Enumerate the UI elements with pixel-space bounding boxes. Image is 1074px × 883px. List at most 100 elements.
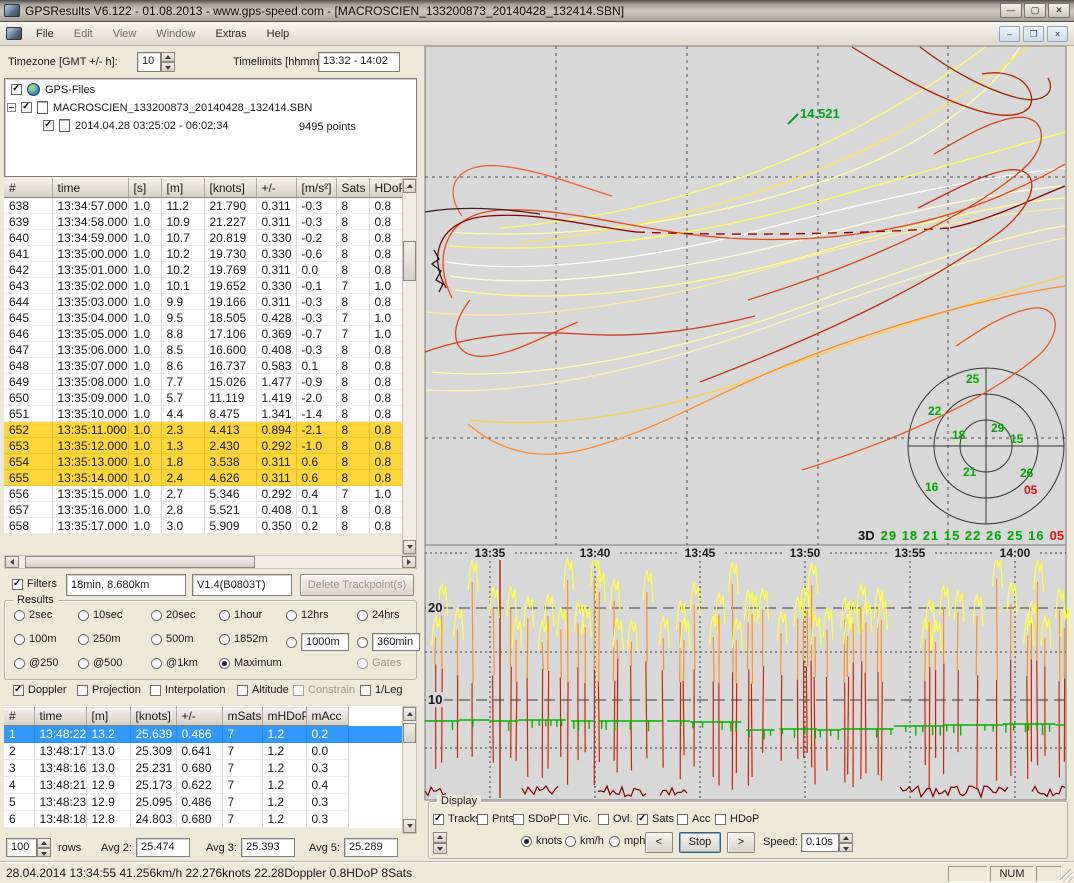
radio-1852m[interactable]: 1852m (219, 633, 268, 645)
radio-km-h[interactable]: km/h (565, 835, 604, 847)
menu-extras[interactable]: Extras (205, 23, 256, 45)
scroll-down-icon[interactable] (403, 540, 416, 554)
table-row[interactable]: 65813:35:17.0001.03.05.9090.3500.280.8 (4, 518, 402, 534)
tree-item-root[interactable]: GPS-Files (11, 83, 95, 96)
table-row[interactable]: 113:48:2213.225.6390.48671.20.2 (4, 726, 402, 743)
replay-speed-stepper[interactable] (839, 833, 853, 852)
table-row[interactable]: 64913:35:08.0001.07.715.0261.477-0.980.8 (4, 374, 402, 390)
custom-value-input[interactable]: 1000m (301, 633, 349, 651)
avg2-value[interactable]: 25.474 (136, 838, 190, 857)
resize-grip-icon[interactable] (1060, 869, 1073, 882)
table-row[interactable]: 65213:35:11.0001.02.34.4130.894-2.180.8 (4, 422, 402, 438)
table-header-row[interactable]: #time[s][m][knots]+/-[m/s²]SatsHDoP (4, 179, 402, 198)
maximize-icon[interactable]: ▢ (1024, 3, 1046, 18)
column-header[interactable]: # (4, 179, 52, 198)
column-header[interactable]: [m] (161, 179, 204, 198)
radio-2sec[interactable]: 2sec (14, 609, 52, 621)
radio-24hrs[interactable]: 24hrs (357, 609, 400, 621)
tree-checkbox[interactable] (11, 84, 22, 95)
table-row[interactable]: 65113:35:10.0001.04.48.4751.341-1.480.8 (4, 406, 402, 422)
tree-item-session[interactable]: 2014.04.28 03:25:02 - 06:02:34 (43, 119, 229, 132)
column-header[interactable]: [knots] (204, 179, 256, 198)
radio--500[interactable]: @500 (78, 657, 123, 669)
column-header[interactable]: mSats (222, 707, 262, 726)
checkbox-constrain[interactable]: Constrain (293, 684, 355, 696)
radio--1km[interactable]: @1km (151, 657, 198, 669)
minimize-icon[interactable]: — (1000, 3, 1022, 18)
table-row[interactable]: 65413:35:13.0001.01.83.5380.3110.680.8 (4, 454, 402, 470)
custom-value-input[interactable]: 360min (372, 633, 420, 651)
column-header[interactable]: +/- (256, 179, 296, 198)
firmware-field[interactable]: V1.4(B0803T) (192, 574, 292, 596)
scroll-thumb[interactable] (403, 241, 416, 281)
rows-stepper[interactable] (37, 838, 51, 857)
table-row[interactable]: 64713:35:06.0001.08.516.6000.408-0.380.8 (4, 342, 402, 358)
scroll-up-icon[interactable] (403, 707, 416, 721)
column-header[interactable]: HDoP (369, 179, 402, 198)
scroll-down-icon[interactable] (403, 819, 416, 833)
track-table-vscrollbar[interactable] (402, 178, 417, 555)
tree-checkbox[interactable] (21, 102, 32, 113)
column-header[interactable]: [m/s²] (296, 179, 336, 198)
checkbox-1-leg[interactable]: 1/Leg (360, 684, 403, 696)
scroll-thumb[interactable] (403, 723, 416, 743)
table-row[interactable]: 513:48:2312.925.0950.48671.20.3 (4, 794, 402, 811)
radio-20sec[interactable]: 20sec (151, 609, 195, 621)
rows-count-input[interactable]: 100 (6, 838, 37, 857)
radio-mph[interactable]: mph (609, 835, 645, 847)
timezone-stepper[interactable] (161, 52, 175, 72)
radio-custom[interactable]: 1000m (286, 633, 349, 651)
delete-trackpoints-button[interactable]: Delete Trackpoint(s) (300, 574, 414, 596)
column-header[interactable]: time (34, 707, 86, 726)
radio-knots[interactable]: knots (521, 835, 562, 847)
results-table-vscrollbar[interactable] (402, 706, 417, 834)
mdi-minimize-icon[interactable]: – (999, 26, 1020, 42)
table-header-row[interactable]: #time[m][knots]+/-mSatsmHDoPmAcc (4, 707, 402, 726)
table-row[interactable]: 64113:35:00.0001.010.219.7300.330-0.680.… (4, 246, 402, 262)
column-header[interactable]: mAcc (306, 707, 348, 726)
table-row[interactable]: 64213:35:01.0001.010.219.7690.3110.080.8 (4, 262, 402, 278)
filters-checkbox[interactable] (12, 579, 23, 590)
column-header[interactable]: [knots] (130, 707, 176, 726)
checkbox-doppler[interactable]: Doppler (13, 684, 67, 696)
table-row[interactable]: 64313:35:02.0001.010.119.6520.330-0.171.… (4, 278, 402, 294)
radio-maximum[interactable]: Maximum (219, 657, 282, 669)
radio-1hour[interactable]: 1hour (219, 609, 262, 621)
radio-custom[interactable]: 360min (357, 633, 420, 651)
trackpoints-table[interactable]: #time[s][m][knots]+/-[m/s²]SatsHDoP 6381… (4, 178, 403, 534)
table-row[interactable]: 613:48:1812.824.8030.68071.20.3 (4, 811, 402, 828)
tree-item-file[interactable]: MACROSCIEN_133200873_20140428_132414.SBN (7, 101, 312, 114)
radio-10sec[interactable]: 10sec (78, 609, 122, 621)
column-header[interactable]: [m] (86, 707, 130, 726)
column-header[interactable]: # (4, 707, 34, 726)
radio-100m[interactable]: 100m (14, 633, 57, 645)
tree-checkbox[interactable] (43, 120, 54, 131)
mdi-restore-icon[interactable]: ❐ (1023, 26, 1044, 42)
table-row[interactable]: 213:48:1713.025.3090.64171.20.0 (4, 743, 402, 760)
table-row[interactable]: 65313:35:12.0001.01.32.4300.292-1.080.8 (4, 438, 402, 454)
column-header[interactable]: [s] (128, 179, 161, 198)
menu-window[interactable]: Window (146, 23, 205, 45)
avg5-value[interactable]: 25.289 (344, 838, 398, 857)
track-table-hscrollbar[interactable] (4, 555, 417, 569)
menu-view[interactable]: View (103, 23, 147, 45)
timezone-input[interactable]: 10 (137, 52, 161, 72)
avg3-value[interactable]: 25.393 (241, 838, 295, 857)
table-row[interactable]: 64613:35:05.0001.08.817.1060.369-0.771.0 (4, 326, 402, 342)
stop-button[interactable]: Stop (679, 832, 721, 853)
results-table[interactable]: #time[m][knots]+/-mSatsmHDoPmAcc 113:48:… (4, 706, 402, 828)
prev-button[interactable]: < (645, 832, 673, 853)
radio-gates[interactable]: Gates (357, 657, 401, 669)
scroll-right-icon[interactable] (402, 556, 416, 568)
scroll-up-icon[interactable] (403, 179, 416, 193)
checkbox-projection[interactable]: Projection (77, 684, 141, 696)
column-header[interactable]: Sats (336, 179, 369, 198)
column-header[interactable]: time (52, 179, 128, 198)
mdi-close-icon[interactable]: × (1047, 26, 1068, 42)
table-row[interactable]: 413:48:2112.925.1730.62271.20.4 (4, 777, 402, 794)
radio--250[interactable]: @250 (14, 657, 59, 669)
checkbox-interpolation[interactable]: Interpolation (150, 684, 226, 696)
menu-help[interactable]: Help (257, 23, 300, 45)
table-row[interactable]: 64513:35:04.0001.09.518.5050.428-0.371.0 (4, 310, 402, 326)
column-header[interactable]: +/- (176, 707, 222, 726)
